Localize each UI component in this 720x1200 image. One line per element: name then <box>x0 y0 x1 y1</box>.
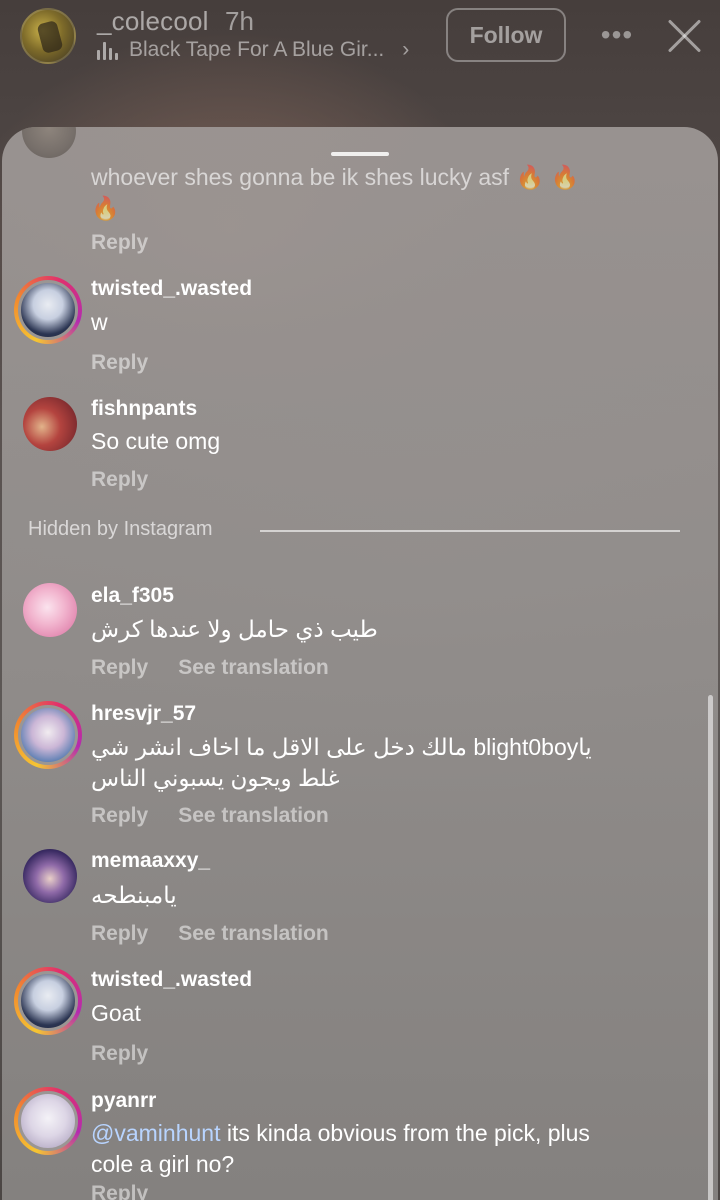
reply-button[interactable]: Reply <box>91 468 148 492</box>
comment-actions: Reply <box>91 468 148 492</box>
comment-text: Goat <box>91 1000 141 1026</box>
comment-username[interactable]: fishnpants <box>91 397 197 421</box>
comment-actions: Reply <box>91 231 148 255</box>
comment-username[interactable]: twisted_.wasted <box>91 968 252 992</box>
comment-actions: Reply <box>91 351 148 375</box>
reply-button[interactable]: Reply <box>91 922 148 946</box>
hidden-by-instagram-label: Hidden by Instagram <box>28 518 213 540</box>
mention-link[interactable]: @vaminhunt <box>91 1120 220 1146</box>
more-options-icon[interactable]: ••• <box>600 18 634 52</box>
comment-text: whoever shes gonna be ik shes lucky asf … <box>91 164 580 221</box>
divider-line <box>260 530 680 532</box>
music-title: Black Tape For A Blue Gir... <box>129 38 385 61</box>
chevron-right-icon: › <box>402 38 410 61</box>
comment-text: w <box>91 309 108 335</box>
comment-username[interactable]: twisted_.wasted <box>91 277 252 301</box>
avatar[interactable] <box>23 397 77 451</box>
see-translation-button[interactable]: See translation <box>178 656 329 680</box>
avatar[interactable] <box>14 967 82 1035</box>
comment-username[interactable]: hresvjr_57 <box>91 702 196 726</box>
comment-text: طيب ذي حامل ولا عندها كرش <box>91 616 378 642</box>
see-translation-button[interactable]: See translation <box>178 922 329 946</box>
story-viewer: _colecool 7h Black Tape For A Blue Gir..… <box>0 0 720 1200</box>
avatar[interactable] <box>23 849 77 903</box>
scrollbar[interactable] <box>708 695 713 1200</box>
avatar[interactable] <box>23 583 77 637</box>
see-translation-button[interactable]: See translation <box>178 804 329 828</box>
story-timestamp: 7h <box>225 6 254 36</box>
close-icon[interactable] <box>666 16 704 54</box>
sheet-drag-handle[interactable] <box>331 152 389 156</box>
comment-actions: Reply See translation <box>91 922 329 946</box>
reply-button[interactable]: Reply <box>91 351 148 375</box>
comment-username[interactable]: pyanrr <box>91 1089 156 1113</box>
hidden-comments-divider[interactable]: Hidden by Instagram <box>28 518 680 541</box>
comment-actions: Reply <box>91 1042 148 1066</box>
reply-button[interactable]: Reply <box>91 804 148 828</box>
story-music-link[interactable]: Black Tape For A Blue Gir... › <box>97 38 409 62</box>
reply-button[interactable]: Reply <box>91 1182 148 1200</box>
comment-username[interactable]: memaaxxy_ <box>91 849 210 873</box>
comment-text: يامبنطحه <box>91 882 177 908</box>
comment-text: ياblight0boy مالك دخل على الاقل ما اخاف … <box>91 734 592 791</box>
story-author-avatar[interactable] <box>20 8 76 64</box>
story-header: _colecool 7h Black Tape For A Blue Gir..… <box>0 0 720 120</box>
follow-button[interactable]: Follow <box>446 8 566 62</box>
reply-button[interactable]: Reply <box>91 656 148 680</box>
avatar[interactable] <box>14 701 82 769</box>
avatar[interactable] <box>14 276 82 344</box>
comment-actions: Reply See translation <box>91 656 329 680</box>
avatar[interactable] <box>22 127 76 186</box>
story-author-username[interactable]: _colecool <box>97 6 209 37</box>
comments-sheet: whoever shes gonna be ik shes lucky asf … <box>2 127 718 1200</box>
comment-actions: Reply See translation <box>91 804 329 828</box>
comment-text: @vaminhunt its kinda obvious from the pi… <box>91 1118 611 1180</box>
reply-button[interactable]: Reply <box>91 231 148 255</box>
comment-username[interactable]: ela_f305 <box>91 584 174 608</box>
comment-text: So cute omg <box>91 428 221 454</box>
comment-actions: Reply <box>91 1182 148 1200</box>
reply-button[interactable]: Reply <box>91 1042 148 1066</box>
music-bars-icon <box>97 40 119 60</box>
avatar[interactable] <box>14 1087 82 1155</box>
